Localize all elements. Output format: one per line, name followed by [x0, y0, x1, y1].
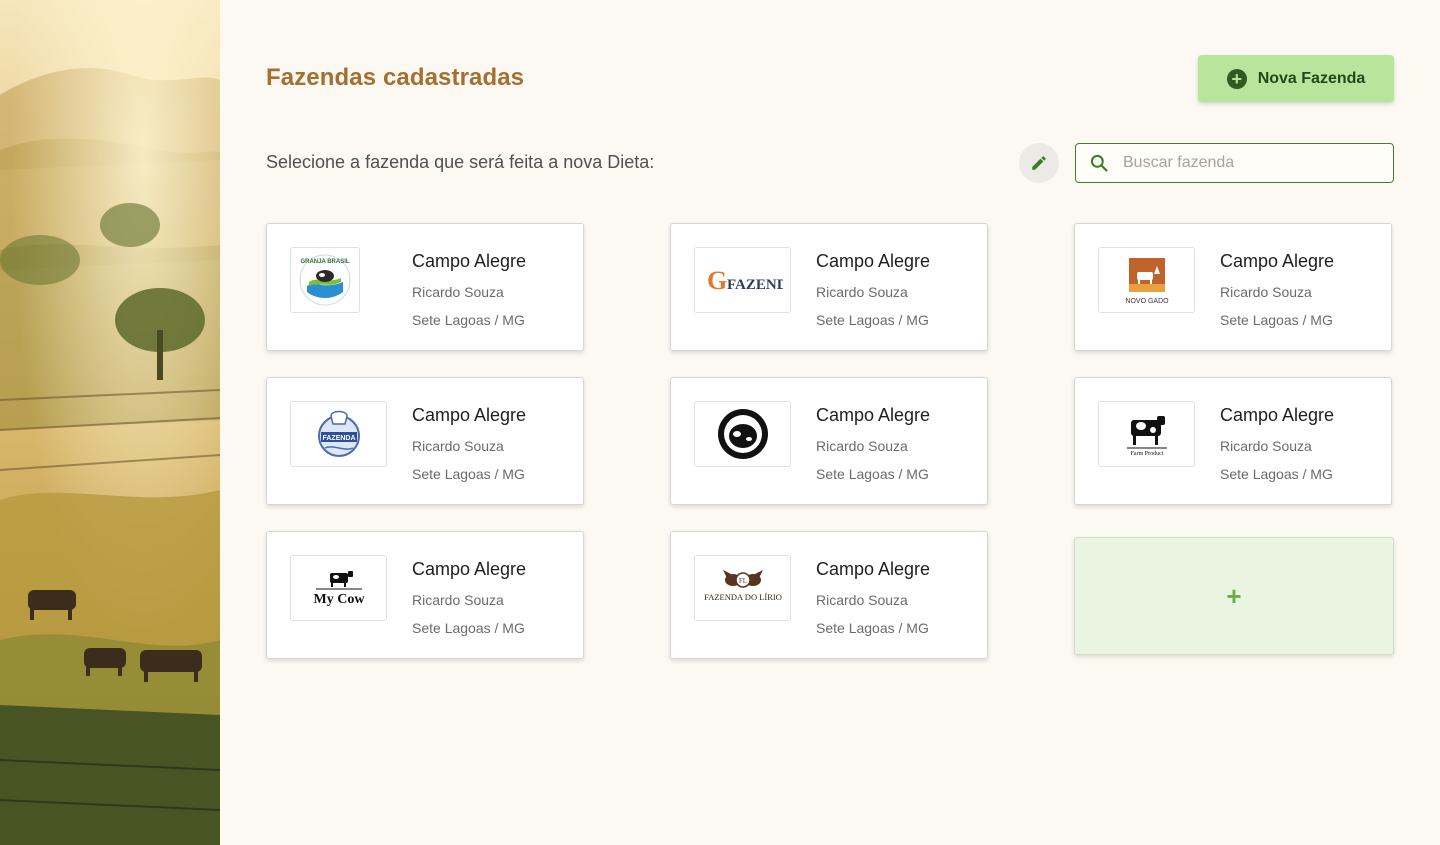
farm-card[interactable]: GRANJA BRASIL Campo Alegre Ricardo Souza…	[266, 223, 584, 351]
new-farm-label: Nova Fazenda	[1257, 69, 1366, 87]
farm-location: Sete Lagoas / MG	[816, 620, 929, 636]
farm-location: Sete Lagoas / MG	[816, 466, 929, 482]
farm-card[interactable]: My Cow Campo Alegre Ricardo Souza Sete L…	[266, 531, 584, 659]
farm-card[interactable]: Farm Product Campo Alegre Ricardo Souza …	[1074, 377, 1392, 505]
farm-location: Sete Lagoas / MG	[1220, 466, 1333, 482]
farm-product-logo: Farm Product	[1098, 401, 1195, 467]
main-content: Fazendas cadastradas + Nova Fazenda Sele…	[220, 0, 1440, 845]
my-cow-logo-text: My Cow	[313, 592, 365, 607]
farm-name: Campo Alegre	[412, 559, 527, 579]
fazenda-badge-logo: FAZENDA	[290, 401, 387, 467]
novo-gado-logo: NOVO GADO	[1098, 247, 1195, 313]
plus-icon: +	[1226, 580, 1242, 611]
farm-owner: Ricardo Souza	[1220, 284, 1312, 300]
search-box	[1075, 143, 1394, 183]
fazenda-badge-logo-text: FAZENDA	[322, 435, 355, 442]
pencil-icon	[1030, 154, 1048, 172]
page-title: Fazendas cadastradas	[266, 64, 525, 91]
cow-stamp-logo	[694, 401, 791, 467]
farm-product-logo-text: Farm Product	[1130, 451, 1163, 457]
farm-card[interactable]: FL FAZENDA DO LÍRIO Campo Alegre Ricardo…	[670, 531, 988, 659]
farm-location: Sete Lagoas / MG	[412, 466, 525, 482]
farm-card[interactable]: FAZENDA Campo Alegre Ricardo Souza Sete …	[266, 377, 584, 505]
fazenda-gobbi-logo: G FAZENDA GOBBI	[694, 247, 791, 313]
farm-name: Campo Alegre	[412, 251, 527, 271]
fazenda-do-lirio-logo-text: FAZENDA DO LÍRIO	[704, 592, 782, 602]
farm-card[interactable]: Campo Alegre Ricardo Souza Sete Lagoas /…	[670, 377, 988, 505]
farm-card[interactable]: G FAZENDA GOBBI Campo Alegre Ricardo Sou…	[670, 223, 988, 351]
farm-owner: Ricardo Souza	[816, 438, 908, 454]
granja-brasil-logo-text: GRANJA BRASIL	[300, 259, 349, 265]
svg-text:G: G	[707, 266, 727, 295]
my-cow-logo: My Cow	[290, 555, 387, 621]
fazenda-do-lirio-logo: FL FAZENDA DO LÍRIO	[694, 555, 791, 621]
instruction-text: Selecione a fazenda que será feita a nov…	[266, 152, 655, 172]
landscape-photo	[0, 0, 220, 845]
farm-name: Campo Alegre	[816, 559, 931, 579]
farm-name: Campo Alegre	[1220, 405, 1335, 425]
farm-name: Campo Alegre	[816, 251, 931, 271]
new-farm-button[interactable]: + Nova Fazenda	[1198, 55, 1394, 102]
search-icon	[1089, 153, 1109, 173]
search-input[interactable]	[1121, 153, 1375, 173]
farm-owner: Ricardo Souza	[816, 592, 908, 608]
farm-owner: Ricardo Souza	[1220, 438, 1312, 454]
add-farm-card[interactable]: +	[1074, 537, 1394, 655]
farm-owner: Ricardo Souza	[412, 592, 504, 608]
farm-name: Campo Alegre	[412, 405, 527, 425]
svg-text:FL: FL	[738, 577, 746, 585]
farm-owner: Ricardo Souza	[412, 284, 504, 300]
farm-card[interactable]: NOVO GADO Campo Alegre Ricardo Souza Set…	[1074, 223, 1392, 351]
farm-name: Campo Alegre	[816, 405, 931, 425]
farm-owner: Ricardo Souza	[412, 438, 504, 454]
farm-location: Sete Lagoas / MG	[412, 312, 525, 328]
fazenda-gobbi-logo-text: FAZENDA GOBBI	[727, 277, 783, 293]
edit-button[interactable]	[1019, 143, 1059, 183]
plus-circle-icon: +	[1226, 68, 1247, 89]
farm-owner: Ricardo Souza	[816, 284, 908, 300]
granja-brasil-logo: GRANJA BRASIL	[290, 247, 360, 313]
farm-name: Campo Alegre	[1220, 251, 1335, 271]
farm-location: Sete Lagoas / MG	[816, 312, 929, 328]
farm-location: Sete Lagoas / MG	[412, 620, 525, 636]
farm-location: Sete Lagoas / MG	[1220, 312, 1333, 328]
novo-gado-logo-text: NOVO GADO	[1125, 298, 1169, 305]
